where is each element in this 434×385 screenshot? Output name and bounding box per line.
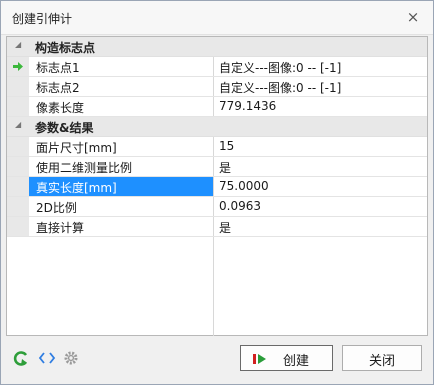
category-label: 构造标志点 <box>35 41 96 55</box>
collapse-triangle-icon[interactable]: ◢ <box>15 120 25 132</box>
property-value-use-2d-scale[interactable]: 是 <box>215 157 427 176</box>
property-row-marker2[interactable]: 标志点2 自定义---图像:0 -- [-1] <box>7 77 427 97</box>
property-name: 直接计算 <box>29 217 214 236</box>
property-value-marker1[interactable]: 自定义---图像:0 -- [-1] <box>215 57 427 76</box>
collapse-triangle-icon[interactable]: ◢ <box>15 40 25 52</box>
title-bar: 创建引伸计 × <box>1 1 433 35</box>
category-construct-markers[interactable]: ◢ 构造标志点 <box>7 37 427 57</box>
property-row-use-2d-scale[interactable]: 使用二维测量比例 是 <box>7 157 427 177</box>
dialog-title: 创建引伸计 <box>12 12 73 26</box>
dialog-footer: 创建 关闭 <box>1 337 433 385</box>
run-icon <box>253 354 266 364</box>
row-gutter <box>7 157 29 176</box>
property-value-facet-size[interactable]: 15 <box>215 137 427 156</box>
property-row-pixel-length[interactable]: 像素长度 779.1436 <box>7 97 427 117</box>
property-name: 面片尺寸[mm] <box>29 137 214 156</box>
gear-icon[interactable] <box>62 349 80 367</box>
create-button-label: 创建 <box>283 354 310 369</box>
row-gutter <box>7 177 29 196</box>
property-value-2d-scale[interactable]: 0.0963 <box>215 197 427 216</box>
property-row-facet-size[interactable]: 面片尺寸[mm] 15 <box>7 137 427 157</box>
property-name: 2D比例 <box>29 197 214 216</box>
property-row-2d-scale[interactable]: 2D比例 0.0963 <box>7 197 427 217</box>
create-extensometer-dialog: 创建引伸计 × ◢ 构造标志点 标志点1 自定义---图像:0 -- [-1] … <box>0 0 434 385</box>
row-gutter <box>7 77 29 96</box>
row-gutter <box>7 97 29 116</box>
property-name: 真实长度[mm] <box>29 177 214 196</box>
property-value-direct-compute[interactable]: 是 <box>215 217 427 236</box>
property-row-direct-compute[interactable]: 直接计算 是 <box>7 217 427 237</box>
property-name: 使用二维测量比例 <box>29 157 214 176</box>
row-gutter <box>7 217 29 236</box>
close-button-label: 关闭 <box>368 354 395 369</box>
undo-arrow-icon[interactable] <box>11 349 29 367</box>
active-arrow-icon <box>13 62 23 71</box>
property-value-real-length[interactable]: 75.0000 <box>215 177 427 196</box>
row-gutter <box>7 57 29 76</box>
property-name: 像素长度 <box>29 97 214 116</box>
row-gutter <box>7 137 29 156</box>
close-icon[interactable]: × <box>403 7 423 27</box>
row-gutter <box>7 197 29 216</box>
create-button[interactable]: 创建 <box>240 345 333 371</box>
property-grid: ◢ 构造标志点 标志点1 自定义---图像:0 -- [-1] 标志点2 自定义… <box>6 36 428 336</box>
property-name: 标志点1 <box>29 57 214 76</box>
property-row-marker1[interactable]: 标志点1 自定义---图像:0 -- [-1] <box>7 57 427 77</box>
category-params-results[interactable]: ◢ 参数&结果 <box>7 117 427 137</box>
category-label: 参数&结果 <box>35 121 94 135</box>
property-value-pixel-length[interactable]: 779.1436 <box>215 97 427 116</box>
column-divider <box>213 237 214 336</box>
close-button[interactable]: 关闭 <box>342 345 422 371</box>
code-brackets-icon[interactable] <box>38 349 56 367</box>
property-value-marker2[interactable]: 自定义---图像:0 -- [-1] <box>215 77 427 96</box>
property-row-real-length[interactable]: 真实长度[mm] 75.0000 <box>7 177 427 197</box>
property-name: 标志点2 <box>29 77 214 96</box>
